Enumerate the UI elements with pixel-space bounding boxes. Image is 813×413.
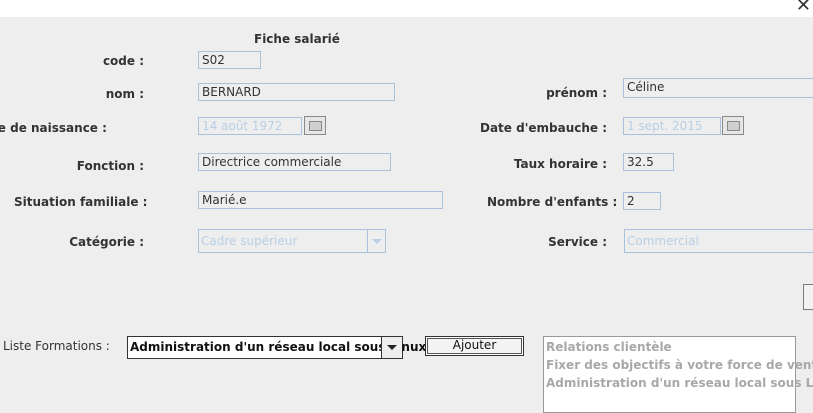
date-naissance-field: 14 août 1972 (198, 117, 302, 135)
enfants-label: Nombre d'enfants : (487, 195, 618, 209)
code-field[interactable]: S02 (198, 51, 261, 69)
service-select: Commercial (624, 229, 813, 253)
chevron-down-icon (367, 230, 385, 252)
date-embauche-field: 1 sept. 2015 (623, 117, 721, 135)
date-naissance-calendar-icon[interactable] (304, 116, 326, 135)
taux-horaire-label: Taux horaire : (513, 157, 607, 171)
prenom-field[interactable]: Céline (623, 78, 813, 98)
date-embauche-calendar-icon[interactable] (722, 116, 744, 135)
taux-horaire-field[interactable]: 32.5 (623, 153, 674, 171)
formations-label: Liste Formations : (3, 339, 110, 353)
close-icon[interactable]: ✕ (796, 0, 811, 17)
situation-label: Situation familiale : (14, 195, 148, 209)
nom-label: nom : (105, 87, 144, 101)
list-item[interactable]: Administration d'un réseau local sous Li… (546, 376, 813, 390)
categorie-label: Catégorie : (69, 235, 144, 249)
categorie-select: Cadre supérieur (198, 229, 386, 253)
service-label: Service : (548, 235, 607, 249)
list-item[interactable]: Fixer des objectifs à votre force de ven… (546, 358, 813, 372)
date-naissance-label: Date de naissance : (0, 121, 107, 135)
formations-list[interactable]: Relations clientèle Fixer des objectifs … (543, 336, 813, 413)
form-title: Fiche salarié (254, 32, 340, 46)
list-item[interactable]: Relations clientèle (546, 340, 672, 354)
fonction-label: Fonction : (76, 159, 144, 173)
service-value: Commercial (627, 234, 699, 248)
nom-field[interactable]: BERNARD (198, 83, 395, 101)
prenom-label: prénom : (546, 86, 607, 100)
edge-button[interactable] (803, 284, 813, 310)
title-bar: ✕ (0, 0, 813, 17)
date-embauche-label: Date d'embauche : (480, 121, 608, 135)
enfants-field[interactable]: 2 (623, 192, 661, 210)
code-label: code : (102, 54, 144, 68)
chevron-down-icon[interactable] (381, 337, 402, 358)
fonction-field[interactable]: Directrice commerciale (198, 153, 391, 171)
formations-select[interactable]: Administration d'un réseau local sous Li… (127, 336, 426, 359)
add-formation-button[interactable]: Ajouter (425, 336, 524, 356)
categorie-value: Cadre supérieur (201, 234, 298, 248)
situation-field[interactable]: Marié.e (198, 191, 443, 209)
